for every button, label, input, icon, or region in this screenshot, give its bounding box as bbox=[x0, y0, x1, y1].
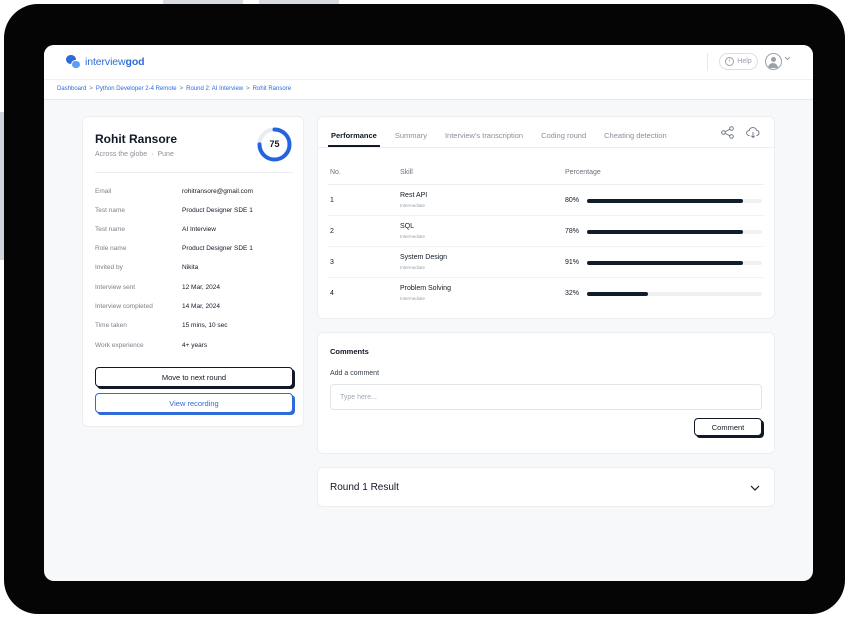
tab-cheating-detection[interactable]: Cheating detection bbox=[601, 127, 670, 147]
chat-bubbles-icon bbox=[66, 55, 82, 69]
topbar-divider bbox=[707, 53, 708, 71]
breadcrumb-round[interactable]: Round 2: AI Interview bbox=[186, 86, 243, 92]
tab-bar: Performance Summary Interview's transcri… bbox=[328, 127, 682, 147]
candidate-location: Across the globe · Pune bbox=[95, 151, 174, 158]
tab-summary[interactable]: Summary bbox=[392, 127, 430, 147]
cloud-download-icon[interactable] bbox=[746, 126, 760, 139]
add-comment-label: Add a comment bbox=[330, 370, 380, 377]
comment-button[interactable]: Comment bbox=[694, 418, 762, 436]
view-recording-button[interactable]: View recording bbox=[95, 393, 293, 413]
chevron-right-icon: > bbox=[179, 86, 184, 92]
tab-transcription[interactable]: Interview's transcription bbox=[442, 127, 526, 147]
user-avatar-icon[interactable] bbox=[765, 53, 782, 70]
candidate-profile-card: Rohit Ransore Across the globe · Pune 75 E… bbox=[82, 116, 304, 427]
progress-fill bbox=[587, 261, 743, 265]
brand-logo[interactable]: interviewgod bbox=[66, 55, 145, 69]
progress-bar bbox=[587, 292, 762, 296]
separator-dot: · bbox=[151, 151, 154, 158]
table-row: 1 Rest API Intermediate 80% bbox=[318, 185, 776, 216]
progress-bar bbox=[587, 199, 762, 203]
round-result-title: Round 1 Result bbox=[330, 482, 399, 493]
help-label: Help bbox=[737, 58, 752, 65]
progress-bar bbox=[587, 261, 762, 265]
breadcrumb-bar: Dashboard > Python Developer 2-4 Remote > Ro… bbox=[44, 79, 813, 100]
header-skill: Skill bbox=[400, 169, 413, 176]
comments-title: Comments bbox=[330, 347, 369, 356]
breadcrumb: Dashboard > Python Developer 2-4 Remote > Ro… bbox=[57, 86, 291, 92]
header-percentage: Percentage bbox=[565, 169, 601, 176]
table-row: 4 Problem Solving Intermediate 32% bbox=[318, 278, 776, 309]
progress-fill bbox=[587, 230, 743, 234]
help-button[interactable]: i Help bbox=[719, 53, 758, 70]
progress-bar bbox=[587, 230, 762, 234]
header-no: No. bbox=[330, 169, 341, 176]
table-row: 3 System Design Intermediate 91% bbox=[318, 247, 776, 278]
table-row: 2 SQL Intermediate 78% bbox=[318, 216, 776, 247]
score-ring: 75 bbox=[256, 126, 293, 163]
round-result-accordion[interactable]: Round 1 Result bbox=[317, 467, 775, 507]
tab-performance[interactable]: Performance bbox=[328, 127, 380, 147]
comment-input[interactable] bbox=[330, 384, 762, 410]
profile-divider bbox=[95, 172, 293, 173]
info-circle-icon: i bbox=[725, 57, 735, 66]
breadcrumb-job[interactable]: Python Developer 2-4 Remote bbox=[96, 86, 177, 92]
move-to-next-round-button[interactable]: Move to next round bbox=[95, 367, 293, 387]
chevron-right-icon: > bbox=[89, 86, 93, 92]
app-screen: interviewgod i Help Dashboard > Python Dev… bbox=[44, 45, 813, 581]
chevron-down-icon[interactable] bbox=[749, 482, 761, 494]
tabs-divider bbox=[318, 147, 776, 148]
brand-name: interviewgod bbox=[85, 56, 145, 68]
progress-fill bbox=[587, 199, 743, 203]
candidate-name: Rohit Ransore bbox=[95, 132, 178, 146]
tab-coding-round[interactable]: Coding round bbox=[538, 127, 589, 147]
breadcrumb-dashboard[interactable]: Dashboard bbox=[57, 86, 86, 92]
breadcrumb-candidate[interactable]: Rohit Ransore bbox=[253, 86, 291, 92]
performance-card: Performance Summary Interview's transcri… bbox=[317, 116, 776, 319]
device-frame: interviewgod i Help Dashboard > Python Dev… bbox=[4, 4, 845, 614]
chevron-right-icon: > bbox=[246, 86, 250, 92]
top-bar: interviewgod i Help bbox=[44, 45, 813, 79]
comments-card: Comments Add a comment Comment bbox=[317, 332, 775, 454]
progress-fill bbox=[587, 292, 649, 296]
score-value: 75 bbox=[269, 139, 280, 149]
share-icon[interactable] bbox=[721, 126, 734, 139]
chevron-down-icon[interactable] bbox=[784, 56, 791, 61]
